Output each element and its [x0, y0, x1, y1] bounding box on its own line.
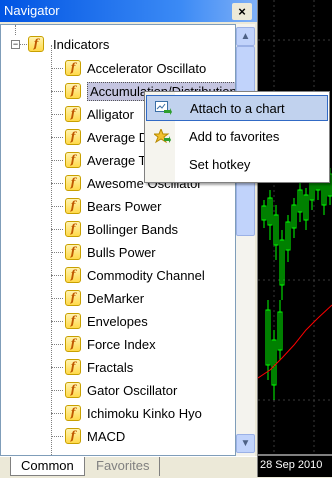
indicator-icon: f	[65, 336, 81, 352]
chevron-down-icon: ▼	[240, 438, 251, 449]
attach-chart-icon	[155, 101, 172, 115]
indicator-icon: f	[65, 359, 81, 375]
indicator-label: Commodity Channel	[87, 268, 205, 283]
menu-item-set-hotkey[interactable]: Set hotkey	[146, 152, 328, 178]
indicator-icon: f	[65, 106, 81, 122]
indicator-icon: f	[65, 244, 81, 260]
tree-root-label: Indicators	[53, 37, 110, 52]
menu-item-attach-to-chart[interactable]: Attach to a chart	[146, 95, 328, 121]
indicator-label: Bulls Power	[87, 245, 156, 260]
tree-connector	[51, 436, 63, 437]
indicator-icon: f	[65, 313, 81, 329]
navigator-panel: Navigator × − f Indicators f Accelerator …	[0, 0, 258, 478]
indicator-label: Bears Power	[87, 199, 162, 214]
menu-item-label: Add to favorites	[189, 129, 280, 144]
indicator-item[interactable]: f Bulls Power	[1, 241, 235, 264]
indicator-label: Force Index	[87, 337, 156, 352]
indicator-label: Bollinger Bands	[87, 222, 179, 237]
menu-item-add-to-favorites[interactable]: Add to favorites	[146, 124, 328, 150]
tree-connector	[51, 321, 63, 322]
chevron-up-icon: ▲	[240, 31, 251, 42]
tree-root-indicators[interactable]: − f Indicators	[1, 34, 235, 57]
chart-canvas	[258, 0, 332, 456]
indicator-icon: f	[65, 405, 81, 421]
indicator-icon: f	[65, 267, 81, 283]
tree-connector	[51, 344, 63, 345]
indicator-tree[interactable]: − f Indicators fAccelerator OscillatofAc…	[0, 24, 236, 456]
indicator-icon: f	[65, 382, 81, 398]
menu-item-label: Attach to a chart	[190, 101, 285, 116]
indicator-item[interactable]: f Envelopes	[1, 310, 235, 333]
indicator-item[interactable]: f Bollinger Bands	[1, 218, 235, 241]
indicator-label: Fractals	[87, 360, 134, 375]
tree-connector	[51, 229, 63, 230]
vertical-scrollbar[interactable]: ▲ ▼	[236, 24, 255, 456]
tab-common[interactable]: Common	[10, 457, 85, 476]
favorites-star-icon	[154, 129, 171, 144]
close-button[interactable]: ×	[232, 3, 252, 20]
menu-item-label: Set hotkey	[189, 157, 251, 172]
indicator-icon: f	[65, 290, 81, 306]
indicator-icon: f	[65, 60, 81, 76]
navigator-titlebar[interactable]: Navigator	[0, 0, 257, 22]
indicator-label: DeMarker	[87, 291, 145, 306]
tree-connector	[51, 183, 63, 184]
scroll-up-button[interactable]: ▲	[236, 27, 255, 46]
tab-favorites[interactable]: Favorites	[86, 457, 161, 476]
indicator-icon: f	[65, 198, 81, 214]
tree-connector	[51, 206, 63, 207]
indicator-icon: f	[65, 129, 81, 145]
indicator-item[interactable]: f MACD	[1, 425, 235, 448]
indicator-label: Envelopes	[87, 314, 148, 329]
indicator-icon: f	[65, 221, 81, 237]
tree-connector	[51, 275, 63, 276]
tree-connector	[51, 413, 63, 414]
tree-connector	[20, 44, 27, 45]
indicator-icon: f	[65, 83, 81, 99]
indicator-label: Gator Oscillator	[87, 383, 178, 398]
tree-connector	[51, 137, 63, 138]
indicator-icon: f	[65, 175, 81, 191]
indicator-label: Accelerator Oscillato	[87, 61, 207, 76]
navigator-tabs: Common Favorites	[0, 456, 257, 478]
tree-connector	[51, 298, 63, 299]
indicator-label: Alligator	[87, 107, 134, 122]
chart-date-label: 28 Sep 2010	[260, 459, 323, 471]
navigator-title: Navigator	[4, 3, 60, 18]
indicator-folder-icon: f	[28, 36, 44, 52]
context-menu: Attach to a chart Add to favorites Set h…	[144, 91, 330, 183]
price-chart[interactable]: 28 Sep 2010	[258, 0, 332, 477]
indicator-item[interactable]: f Fractals	[1, 356, 235, 379]
indicator-item[interactable]: f Commodity Channel	[1, 264, 235, 287]
indicator-item[interactable]: f DeMarker	[1, 287, 235, 310]
indicator-label: Ichimoku Kinko Hyo	[87, 406, 202, 421]
indicator-label: MACD	[87, 429, 126, 444]
indicator-item[interactable]: f Bears Power	[1, 195, 235, 218]
indicator-icon: f	[65, 152, 81, 168]
indicator-icon: f	[65, 428, 81, 444]
tree-connector	[51, 252, 63, 253]
tree-connector	[51, 114, 63, 115]
tree-connector	[51, 91, 63, 92]
tree-connector	[51, 68, 63, 69]
indicator-item[interactable]: f Force Index	[1, 333, 235, 356]
close-icon: ×	[238, 4, 246, 19]
indicator-item[interactable]: f Ichimoku Kinko Hyo	[1, 402, 235, 425]
tree-connector	[51, 390, 63, 391]
tree-connector	[51, 160, 63, 161]
collapse-icon[interactable]: −	[11, 40, 20, 49]
moving-average-line	[258, 304, 332, 379]
scroll-down-button[interactable]: ▼	[236, 434, 255, 453]
tree-connector	[51, 367, 63, 368]
indicator-item[interactable]: f Accelerator Oscillato	[1, 57, 235, 80]
indicator-item[interactable]: f Gator Oscillator	[1, 379, 235, 402]
